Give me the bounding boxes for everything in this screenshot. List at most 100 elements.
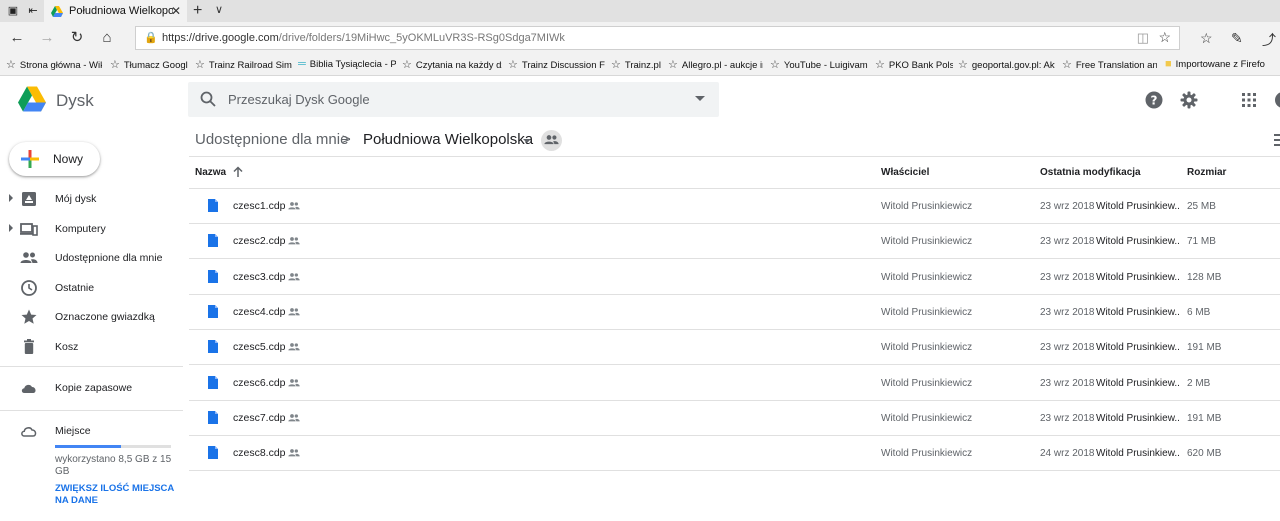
file-row[interactable]: czesc1.cdp Witold Prusinkiewicz 23 wrz 201… [189,189,1280,224]
home-icon[interactable]: ⌂ [98,29,116,47]
bookmark-item[interactable]: ☆ Allegro.pl - aukcje int [668,58,763,71]
document-icon [208,269,218,283]
bookmark-star-icon: ☆ [611,59,621,71]
bookmark-item[interactable]: ☆ Strona główna - Wiki [6,58,102,71]
shared-folder-badge[interactable] [541,130,562,151]
sidebar-item-shared[interactable]: Udostępnione dla mnie [0,246,180,270]
file-modified-by: Witold Prusinkiew... [1096,271,1179,283]
address-bar[interactable]: 🔒 https://drive.google.com/drive/folders… [135,26,1180,50]
star-icon [21,309,37,324]
file-owner: Witold Prusinkiewicz [881,201,973,212]
bookmark-item[interactable]: ═ Biblia Tysiąclecia - Pis [298,58,396,70]
tab-back-icon[interactable]: ⇤ [26,4,40,18]
sort-ascending-icon[interactable] [232,166,244,178]
bookmark-item[interactable]: ☆ Trainz.pl [611,58,662,71]
web-note-icon[interactable]: ✎ [1231,30,1243,47]
bookmark-item[interactable]: ☆ Tłumacz Google [110,58,188,71]
bookmark-item[interactable]: ☆ Trainz Railroad Simul [195,58,292,71]
document-icon [208,199,218,212]
column-header-modified[interactable]: Ostatnia modyfikacja [1040,167,1141,178]
file-modified-date: 23 wrz 2018 [1040,201,1095,212]
breadcrumb-current[interactable]: Południowa Wielkopolska [363,131,533,148]
new-tab-icon[interactable]: + [193,1,202,21]
help-icon[interactable]: ? [1145,91,1163,109]
bookmark-item[interactable]: ☆PKO Bank Polski [875,58,953,71]
file-row[interactable]: czesc3.cdp Witold Prusinkiewicz 23 wrz 201… [189,260,1280,295]
bookmark-item[interactable]: ☆ Trainz Discussion For [508,58,605,71]
sidebar-item-trash[interactable]: Kosz [0,335,180,359]
sidebar-divider [0,410,183,411]
sidebar-item-recent[interactable]: Ostatnie [0,276,180,300]
file-name: czesc2.cdp [233,235,286,248]
file-owner: Witold Prusinkiewicz [881,412,973,424]
tab-sets-icon[interactable]: ▣ [6,4,20,18]
favorites-hub-icon[interactable]: ☆ [1200,30,1213,47]
sidebar-item-backups[interactable]: Kopie zapasowe [0,376,180,400]
file-modified-by: Witold Prusinkiew... [1096,412,1179,424]
settings-gear-icon[interactable] [1180,91,1198,109]
sidebar-item-computers[interactable]: Komputery [0,217,180,241]
document-icon [208,234,218,248]
file-modified-date: 23 wrz 2018 [1040,412,1095,424]
list-view-icon[interactable] [1272,133,1280,147]
bookmark-item[interactable]: ☆Free Translation and I [1062,58,1157,71]
reading-view-icon[interactable]: ◫ [1137,30,1149,46]
back-icon[interactable]: ← [8,29,26,47]
drive-logo-icon [18,86,46,112]
file-modified-date: 23 wrz 2018 [1040,377,1095,389]
drive-favicon-icon [51,5,63,17]
breadcrumb-parent[interactable]: Udostępnione dla mnie [195,131,348,148]
file-name: czesc8.cdp [233,447,286,460]
storage-label: Miejsce [55,425,91,437]
expand-arrow-icon[interactable] [9,224,13,232]
upgrade-storage-link[interactable]: ZWIĘKSZ ILOŚĆ MIEJSCA NA DANE [55,483,180,507]
shared-people-icon [288,413,300,422]
file-row[interactable]: czesc5.cdp Witold Prusinkiewicz 23 wrz 201… [189,330,1280,366]
file-row[interactable]: czesc7.cdp Witold Prusinkiewicz 23 wrz 201… [189,401,1280,436]
bookmark-item[interactable]: ☆ YouTube - Luigivamp [770,58,868,71]
bookmark-item[interactable]: ☆ geoportal.gov.pl: Akt [958,58,1055,71]
bookmark-star-icon: ☆ [770,59,780,71]
sidebar-item-starred[interactable]: Oznaczone gwiazdką [0,305,180,329]
file-name: czesc1.cdp [233,200,286,212]
favorites-bar: ☆ Strona główna - Wiki ☆ Tłumacz Google ☆ Tra… [0,54,1280,76]
favorite-star-icon[interactable]: ☆ [1158,29,1171,46]
share-icon[interactable]: ⤴ [1262,30,1276,50]
file-owner: Witold Prusinkiewicz [881,448,973,460]
file-modified-date: 24 wrz 2018 [1040,448,1095,460]
folder-menu-chevron-icon[interactable] [523,139,531,143]
tab-list-chevron-icon[interactable]: ∨ [215,3,223,16]
shared-people-icon [288,449,300,457]
column-header-size[interactable]: Rozmiar [1187,167,1226,178]
apps-grid-icon[interactable] [1240,91,1258,109]
refresh-icon[interactable]: ↻ [68,29,86,47]
sidebar-item-storage[interactable]: Miejsce [0,419,180,443]
sidebar-item-my-drive[interactable]: Mój dysk [0,187,180,211]
column-header-name[interactable]: Nazwa [195,167,226,178]
account-avatar-icon[interactable] [1274,91,1280,109]
file-owner: Witold Prusinkiewicz [881,377,973,389]
document-icon [208,375,218,389]
bookmark-item[interactable]: ■ Importowane z Firefo [1165,58,1275,70]
browser-tab[interactable]: Południowa Wielkopols ✕ [44,0,187,22]
search-bar[interactable]: Przeszukaj Dysk Google [188,82,719,117]
file-row[interactable]: czesc2.cdp Witold Prusinkiewicz 23 wrz 201… [189,224,1280,260]
column-header-owner[interactable]: Właściciel [881,167,929,178]
tab-close-icon[interactable]: ✕ [171,4,181,18]
file-row[interactable]: czesc4.cdp Witold Prusinkiewicz 23 wrz 201… [189,295,1280,330]
lock-icon: 🔒 [144,32,158,44]
search-input[interactable]: Przeszukaj Dysk Google [228,92,370,107]
plus-icon [21,150,39,168]
shared-people-icon [288,272,300,280]
file-row[interactable]: czesc6.cdp Witold Prusinkiewicz 23 wrz 201… [189,366,1280,401]
shared-people-icon [288,378,300,386]
bookmark-item[interactable]: ☆ Czytania na każdy dzi [402,58,502,71]
bookmark-favicon-icon: ═ [298,58,306,70]
new-button[interactable]: Nowy [9,142,100,176]
search-options-icon[interactable] [695,96,705,101]
forward-icon[interactable]: → [38,29,56,47]
file-row[interactable]: czesc8.cdp Witold Prusinkiewicz 24 wrz 201… [189,436,1280,472]
bookmark-star-icon: ☆ [195,59,205,71]
expand-arrow-icon[interactable] [9,194,13,202]
file-owner: Witold Prusinkiewicz [881,236,973,248]
